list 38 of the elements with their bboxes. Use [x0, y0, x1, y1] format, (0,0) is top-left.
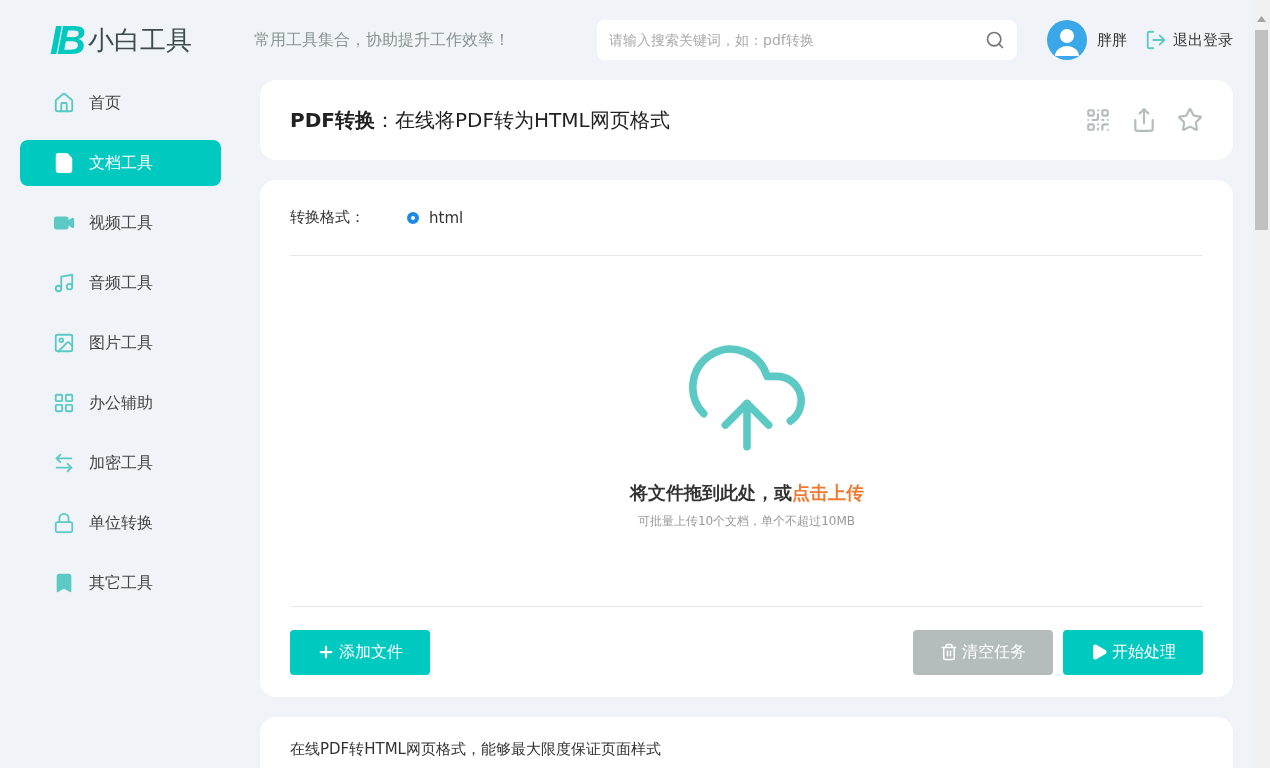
grid-icon	[53, 392, 75, 414]
drop-text: 将文件拖到此处，或点击上传	[629, 480, 864, 505]
home-icon	[53, 92, 75, 114]
logout-icon	[1145, 29, 1167, 51]
sidebar-item[interactable]: 其它工具	[20, 560, 221, 606]
search-field[interactable]: 请输入搜索关键词，如：pdf转换	[597, 20, 1017, 60]
upload-hint: 可批量上传10个文档，单个不超过10MB	[637, 512, 856, 530]
document-icon	[53, 152, 75, 174]
plus-icon	[317, 643, 335, 661]
play-icon	[1090, 643, 1108, 661]
sidebar-item[interactable]: 单位转换	[20, 500, 221, 546]
arrows-icon	[53, 452, 75, 474]
music-icon	[53, 272, 75, 294]
logout-link[interactable]: 退出登录	[1145, 29, 1233, 51]
sidebar-item[interactable]: 图片工具	[20, 320, 221, 366]
lock-icon	[53, 512, 75, 534]
description-text: 在线PDF转HTML网页格式，能够最大限度保证页面样式	[290, 740, 661, 758]
radio-button[interactable]	[407, 211, 419, 224]
logo-mark: IB	[50, 20, 82, 60]
scrollbar-drawing[interactable]	[1253, 0, 1270, 768]
image-icon	[53, 332, 75, 354]
sidebar-item[interactable]: 视频工具	[20, 200, 221, 246]
search-icon[interactable]	[985, 30, 1005, 50]
avatar[interactable]	[1047, 20, 1087, 60]
trash-icon	[940, 643, 958, 661]
user-name[interactable]: 胖胖	[1097, 30, 1127, 50]
slogan: 常用工具集合，协助提升工作效率！	[254, 29, 510, 51]
qr-code-icon[interactable]	[1085, 107, 1111, 133]
sidebar-item[interactable]: 办公辅助	[20, 380, 221, 426]
star-icon[interactable]	[1177, 107, 1203, 133]
sidebar-item[interactable]: 加密工具	[20, 440, 221, 486]
sidebar-item[interactable]: 音频工具	[20, 260, 221, 306]
share-icon[interactable]	[1131, 107, 1157, 133]
logo-text: 小白工具	[88, 23, 192, 57]
format-option-label[interactable]: html	[429, 208, 464, 227]
format-label: 转换格式：	[290, 208, 365, 227]
sidebar-item[interactable]: 首页	[20, 80, 221, 126]
page-title: PDF转换：在线将PDF转为HTML网页格式	[290, 106, 670, 134]
